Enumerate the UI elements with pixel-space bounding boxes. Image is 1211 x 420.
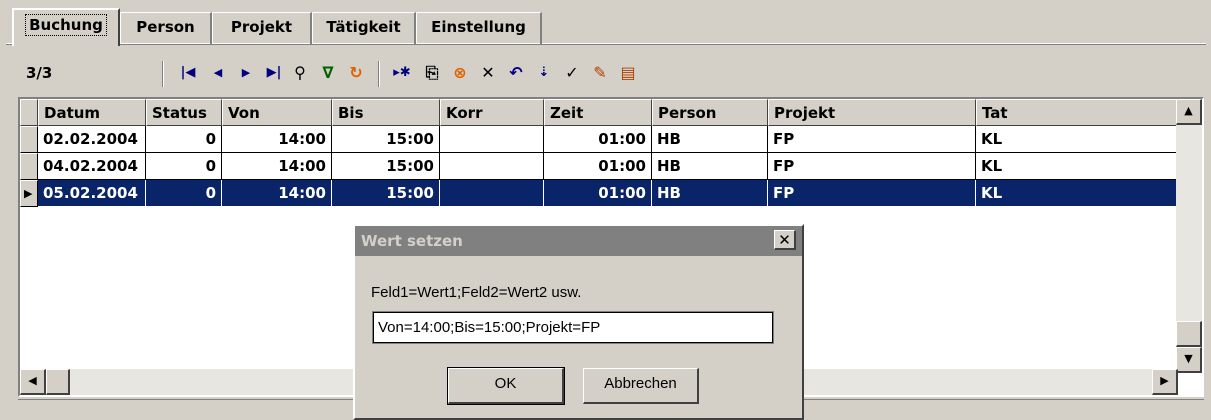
cancel-button[interactable]: Abbrechen — [583, 368, 699, 404]
find-icon[interactable]: ⚲ — [288, 61, 312, 85]
column-header-status[interactable]: Status — [146, 99, 222, 126]
move-field-icon[interactable]: ⇣ — [532, 61, 556, 85]
scroll-right-icon[interactable]: ▶ — [1152, 369, 1178, 395]
toolbar-separator — [378, 61, 380, 87]
cell-korr[interactable] — [440, 153, 544, 180]
toolbar-separator — [162, 61, 164, 87]
filter-icon[interactable]: ∇ — [316, 61, 340, 85]
record-counter: 3/3 — [26, 64, 53, 82]
tab-projekt[interactable]: Projekt — [212, 12, 312, 44]
scroll-thumb[interactable] — [1176, 321, 1202, 347]
tab-buchung[interactable]: Buchung — [12, 8, 120, 46]
cell-korr[interactable] — [440, 126, 544, 153]
column-header-zeit[interactable]: Zeit — [544, 99, 652, 126]
tab-person[interactable]: Person — [120, 12, 212, 44]
column-header-projekt[interactable]: Projekt — [768, 99, 976, 126]
value-input[interactable]: Von=14:00;Bis=15:00;Projekt=FP — [372, 311, 774, 344]
cell-zeit[interactable]: 01:00 — [544, 180, 652, 207]
column-header-von[interactable]: Von — [222, 99, 332, 126]
refresh-icon[interactable]: ↻ — [344, 61, 368, 85]
undo-icon[interactable]: ↶ — [504, 61, 528, 85]
save-record-icon[interactable]: ▤ — [616, 61, 640, 85]
dialog-title-bar[interactable]: Wert setzen ✕ — [355, 226, 802, 256]
cell-tat[interactable]: KL — [976, 126, 1180, 153]
tab-label: Projekt — [230, 18, 293, 36]
cell-zeit[interactable]: 01:00 — [544, 153, 652, 180]
cell-datum[interactable]: 02.02.2004 — [38, 126, 146, 153]
tab-label: Person — [136, 18, 195, 36]
scroll-down-icon[interactable]: ▼ — [1176, 347, 1202, 373]
cancel-edit-icon[interactable]: ⊗ — [448, 61, 472, 85]
dialog-title: Wert setzen — [361, 232, 463, 250]
prev-record-icon[interactable]: ◀ — [206, 61, 230, 85]
hscroll-thumb[interactable] — [46, 369, 70, 395]
column-header-korr[interactable]: Korr — [440, 99, 544, 126]
current-row-indicator-icon[interactable]: ▶ — [20, 180, 38, 207]
cell-zeit[interactable]: 01:00 — [544, 126, 652, 153]
tab-taetigkeit[interactable]: Tätigkeit — [312, 12, 416, 44]
column-header-tat[interactable]: Tat — [976, 99, 1180, 126]
tab-label: Buchung — [25, 14, 107, 36]
cell-tat[interactable]: KL — [976, 153, 1180, 180]
dialog-hint-label: Feld1=Wert1;Feld2=Wert2 usw. — [371, 284, 582, 301]
cell-person[interactable]: HB — [652, 180, 768, 207]
cell-von[interactable]: 14:00 — [222, 153, 332, 180]
set-value-dialog: Wert setzen ✕ Feld1=Wert1;Feld2=Wert2 us… — [353, 224, 804, 420]
cell-projekt[interactable]: FP — [768, 180, 976, 207]
cell-bis[interactable]: 15:00 — [332, 153, 440, 180]
cell-status[interactable]: 0 — [146, 180, 222, 207]
ok-button[interactable]: OK — [447, 367, 565, 405]
tab-einstellung[interactable]: Einstellung — [416, 12, 542, 44]
vertical-scrollbar[interactable]: ▲ ▼ — [1176, 99, 1202, 373]
tab-bar: Buchung Person Projekt Tätigkeit Einstel… — [6, 6, 1206, 46]
first-record-icon[interactable]: |◀ — [176, 61, 200, 85]
cell-person[interactable]: HB — [652, 153, 768, 180]
next-record-icon[interactable]: ▶ — [234, 61, 258, 85]
close-icon[interactable]: ✕ — [774, 230, 796, 250]
edit-record-icon[interactable]: ✎ — [588, 61, 612, 85]
cell-projekt[interactable]: FP — [768, 153, 976, 180]
tab-label: Tätigkeit — [326, 18, 401, 36]
cell-korr[interactable] — [440, 180, 544, 207]
cell-projekt[interactable]: FP — [768, 126, 976, 153]
row-indicator[interactable] — [20, 153, 38, 180]
cell-von[interactable]: 14:00 — [222, 180, 332, 207]
scroll-up-icon[interactable]: ▲ — [1176, 99, 1202, 125]
copy-record-icon[interactable]: ⎘ — [420, 61, 444, 85]
column-header-person[interactable]: Person — [652, 99, 768, 126]
last-record-icon[interactable]: ▶| — [262, 61, 286, 85]
delete-record-icon[interactable]: ✕ — [476, 61, 500, 85]
cell-datum[interactable]: 04.02.2004 — [38, 153, 146, 180]
cell-bis[interactable]: 15:00 — [332, 126, 440, 153]
cell-person[interactable]: HB — [652, 126, 768, 153]
cell-von[interactable]: 14:00 — [222, 126, 332, 153]
scroll-left-icon[interactable]: ◀ — [20, 369, 46, 395]
row-indicator-header — [20, 99, 38, 126]
cell-bis[interactable]: 15:00 — [332, 180, 440, 207]
insert-record-icon[interactable]: ▸✱ — [390, 61, 414, 85]
cell-status[interactable]: 0 — [146, 126, 222, 153]
column-header-bis[interactable]: Bis — [332, 99, 440, 126]
navigator-toolbar: 3/3 |◀ ◀ ▶ ▶| ⚲ ∇ ↻ ▸✱ ⎘ ⊗ ✕ ↶ ⇣ ✓ ✎ ▤ — [6, 55, 1206, 91]
post-check-icon[interactable]: ✓ — [560, 61, 584, 85]
column-header-datum[interactable]: Datum — [38, 99, 146, 126]
tab-label: Einstellung — [431, 18, 526, 36]
cell-status[interactable]: 0 — [146, 153, 222, 180]
cell-datum[interactable]: 05.02.2004 — [38, 180, 146, 207]
row-indicator[interactable] — [20, 126, 38, 153]
cell-tat[interactable]: KL — [976, 180, 1180, 207]
